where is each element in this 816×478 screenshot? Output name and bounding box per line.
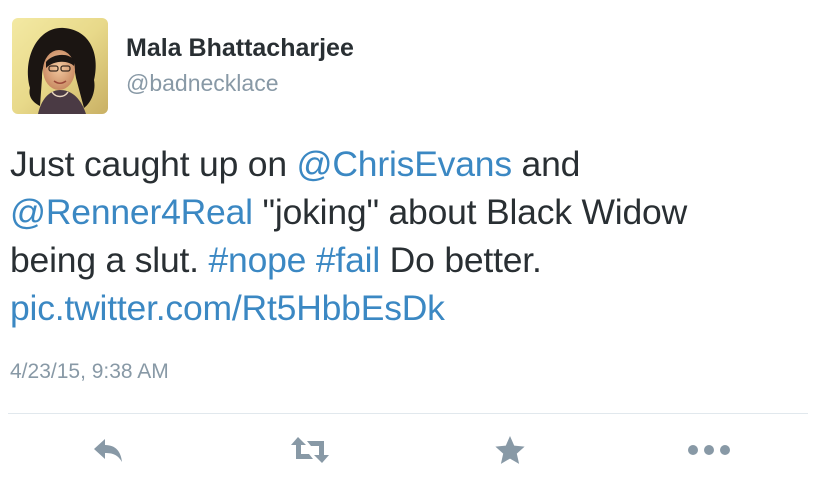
tweet-text-segment: Just caught up on bbox=[10, 144, 297, 184]
hashtag-link[interactable]: #fail bbox=[316, 240, 380, 280]
author-avatar[interactable] bbox=[12, 18, 108, 114]
tweet-timestamp[interactable]: 4/23/15, 9:38 AM bbox=[10, 360, 169, 384]
tweet-text-line: pic.twitter.com/Rt5HbbEsDk bbox=[10, 284, 806, 332]
tweet-text-segment: "joking" about Black Widow bbox=[252, 192, 688, 232]
tweet-text-segment bbox=[306, 240, 316, 280]
mention-link[interactable]: @ChrisEvans bbox=[297, 144, 513, 184]
author-display-name[interactable]: Mala Bhattacharjee bbox=[126, 34, 354, 63]
hashtag-link[interactable]: #nope bbox=[209, 240, 307, 280]
author-handle[interactable]: @badnecklace bbox=[126, 70, 279, 97]
star-icon bbox=[494, 435, 526, 465]
divider bbox=[8, 413, 808, 414]
tweet-text-segment: and bbox=[511, 144, 581, 184]
tweet-text-segment: being a slut. bbox=[10, 240, 209, 280]
more-button[interactable] bbox=[684, 432, 734, 468]
retweet-icon bbox=[289, 435, 331, 465]
favorite-button[interactable] bbox=[490, 432, 530, 468]
more-icon bbox=[687, 444, 731, 456]
reply-button[interactable] bbox=[88, 432, 128, 468]
tweet-text: Just caught up on @ChrisEvans and @Renner… bbox=[10, 140, 806, 332]
reply-icon bbox=[91, 436, 125, 464]
mention-link[interactable]: @Renner4Real bbox=[10, 192, 253, 232]
avatar-photo bbox=[12, 18, 108, 114]
retweet-button[interactable] bbox=[286, 432, 334, 468]
tweet-text-segment: Do better. bbox=[380, 240, 542, 280]
tweet-text-line: being a slut. #nope #fail Do better. bbox=[10, 236, 806, 284]
tweet-text-line: Just caught up on @ChrisEvans and bbox=[10, 140, 806, 188]
tweet-text-line: @Renner4Real "joking" about Black Widow bbox=[10, 188, 806, 236]
tweet-card: Mala Bhattacharjee @badnecklace Just cau… bbox=[0, 0, 816, 478]
media-link[interactable]: pic.twitter.com/Rt5HbbEsDk bbox=[10, 288, 445, 328]
